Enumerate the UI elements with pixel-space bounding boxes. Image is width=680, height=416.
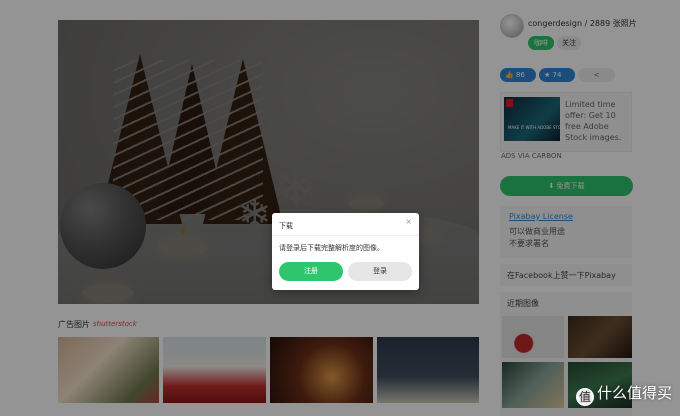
watermark-text: 什么值得买 [596, 384, 672, 402]
watermark: 值什么值得买 [575, 382, 672, 406]
modal-title: 下载 [279, 222, 293, 230]
download-login-modal: 下载 × 请登录后下载完整解析度的图像。 注册 登录 [272, 213, 419, 290]
modal-overlay[interactable] [0, 0, 680, 416]
modal-divider [272, 235, 419, 236]
modal-message: 请登录后下载完整解析度的图像。 [279, 244, 384, 252]
register-button[interactable]: 注册 [279, 262, 343, 281]
watermark-badge-icon: 值 [575, 388, 594, 406]
close-icon[interactable]: × [405, 217, 412, 226]
login-button[interactable]: 登录 [348, 262, 412, 281]
